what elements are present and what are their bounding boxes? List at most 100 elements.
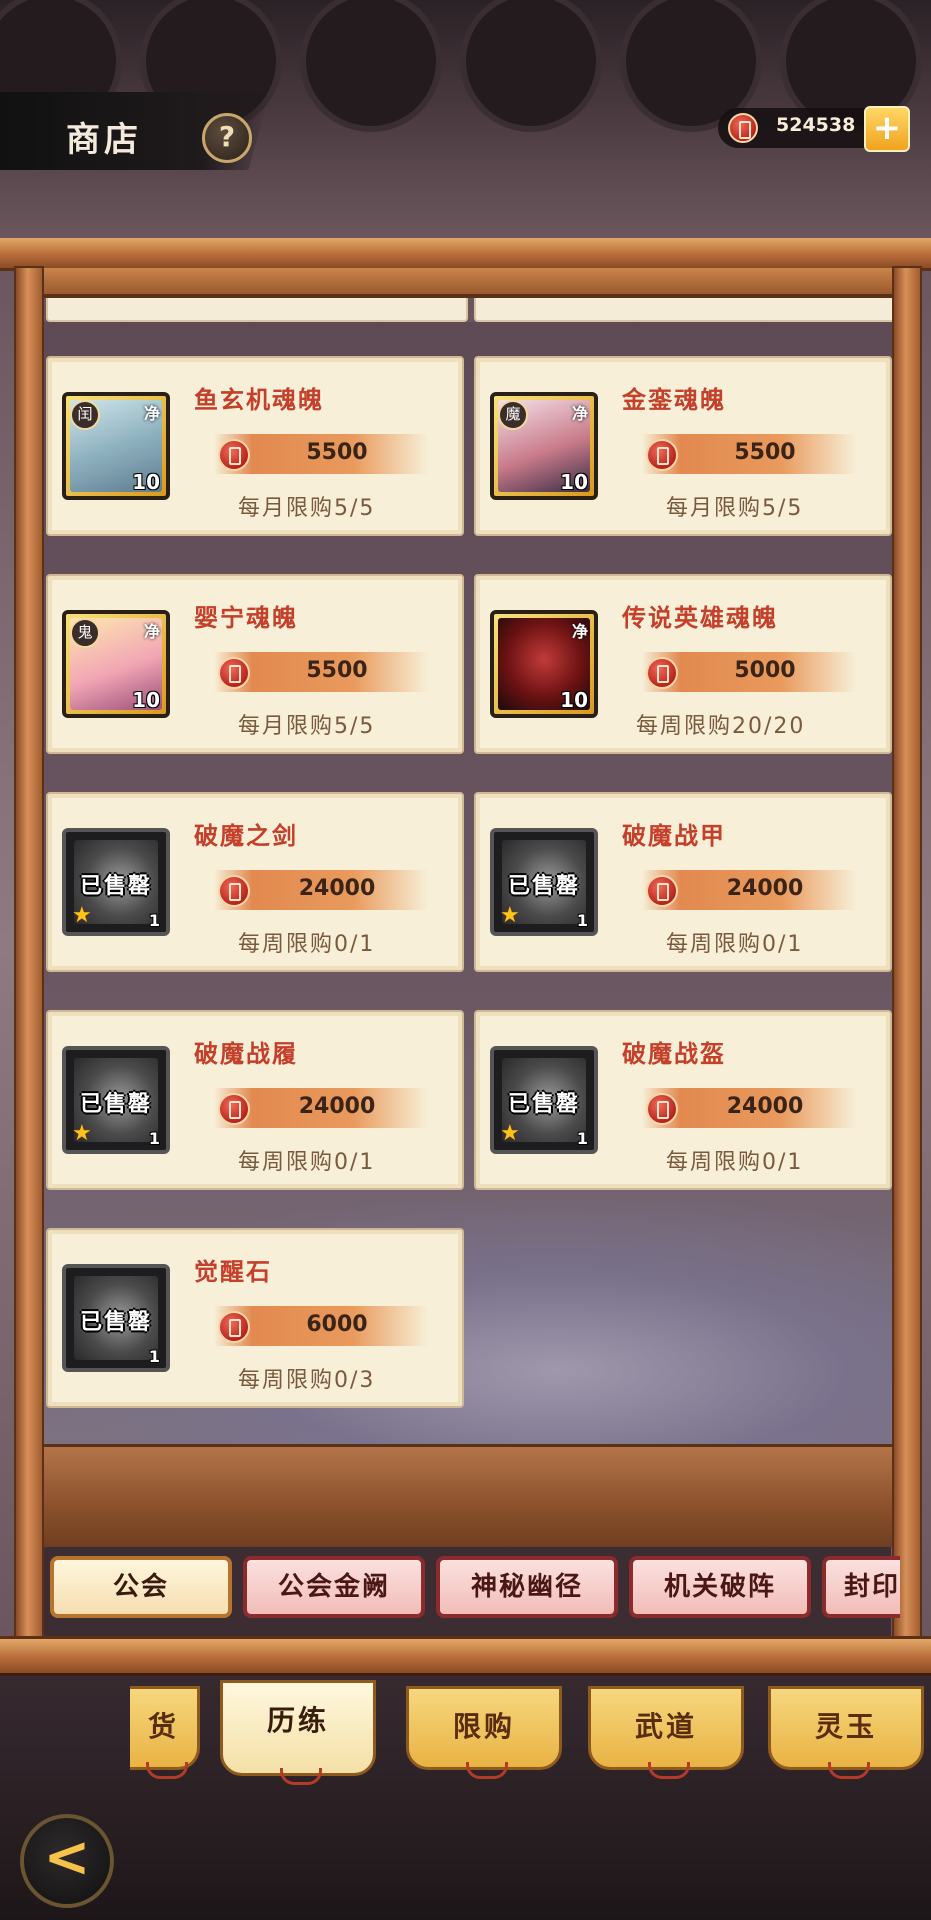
frame-post-right (892, 266, 922, 1640)
tab-training[interactable]: 历练 (220, 1680, 376, 1785)
coin-icon (646, 1093, 678, 1125)
item-name: 金銮魂魄 (622, 386, 726, 414)
shop-item-card[interactable]: 闰 净 10 鱼玄机魂魄 5500 每月限购5/5 (46, 356, 464, 536)
tab-seal[interactable]: 封印 (822, 1556, 900, 1618)
item-quantity: 10 (560, 688, 588, 712)
boots-icon: 已售罄 ★ 1 (62, 1046, 170, 1154)
item-price: 6000 (306, 1312, 368, 1337)
item-name: 婴宁魂魄 (194, 604, 298, 632)
tab-guild-golden-gate[interactable]: 公会金阙 (243, 1556, 425, 1618)
coin-icon (646, 657, 678, 689)
item-name: 鱼玄机魂魄 (194, 386, 324, 414)
purchase-limit: 每周限购20/20 (636, 714, 806, 739)
item-price: 5000 (734, 658, 796, 683)
faction-badge: 鬼 (70, 618, 100, 648)
item-quantity: 1 (576, 1129, 588, 1148)
purchase-limit: 每周限购0/1 (238, 932, 376, 957)
armor-icon: 已售罄 ★ 1 (490, 828, 598, 936)
item-price: 24000 (726, 876, 804, 901)
coin-icon (218, 1093, 250, 1125)
item-quantity: 1 (148, 1129, 160, 1148)
tassel-decor (280, 1768, 322, 1785)
frame-top (0, 238, 931, 271)
faction-badge: 魔 (498, 400, 528, 430)
tab-martial[interactable]: 武道 (588, 1686, 744, 1779)
item-price: 5500 (734, 440, 796, 465)
tab-label: 历练 (266, 1704, 329, 1737)
add-currency-button[interactable]: + (864, 106, 910, 152)
purchase-limit: 每月限购5/5 (238, 714, 376, 739)
tassel-decor (828, 1762, 870, 1779)
item-quantity: 10 (132, 688, 160, 712)
tassel-decor (648, 1762, 690, 1779)
item-quantity: 10 (560, 470, 588, 494)
tab-label: 灵玉 (814, 1710, 877, 1743)
purchase-limit: 每月限购5/5 (238, 496, 376, 521)
grade-mark: 净 (143, 404, 160, 423)
back-button[interactable]: < (20, 1814, 114, 1908)
tab-guild[interactable]: 公会 (50, 1556, 232, 1618)
item-name: 破魔之剑 (194, 822, 298, 850)
shop-item-card[interactable]: 已售罄 1 觉醒石 6000 每周限购0/3 (46, 1228, 464, 1408)
purchase-limit: 每周限购0/1 (666, 1150, 804, 1175)
tab-label: 武道 (634, 1710, 697, 1743)
coin-icon (218, 439, 250, 471)
purchase-limit: 每周限购0/1 (238, 1150, 376, 1175)
partial-card (474, 294, 896, 322)
item-quantity: 10 (132, 470, 160, 494)
tab-label: 限购 (452, 1710, 515, 1743)
shop-item-card[interactable]: 魔 净 10 金銮魂魄 5500 每月限购5/5 (474, 356, 892, 536)
purchase-limit: 每周限购0/3 (238, 1368, 376, 1393)
frame-post-left (14, 266, 44, 1640)
tassel-decor (466, 1762, 508, 1779)
sold-out-label: 已售罄 (507, 874, 580, 899)
item-quantity: 1 (576, 911, 588, 930)
item-price: 24000 (726, 1094, 804, 1119)
coin-icon (646, 439, 678, 471)
star-icon: ★ (72, 903, 92, 928)
background-bottom (0, 1640, 931, 1920)
coin-icon (218, 1311, 250, 1343)
tab-goods[interactable]: 货 (130, 1686, 200, 1779)
item-quantity: 1 (148, 911, 160, 930)
hero-portrait-icon: 闰 净 10 (62, 392, 170, 500)
item-price: 24000 (298, 876, 376, 901)
shop-item-card[interactable]: 已售罄 ★ 1 破魔战盔 24000 每周限购0/1 (474, 1010, 892, 1190)
shop-item-card[interactable]: 已售罄 ★ 1 破魔之剑 24000 每周限购0/1 (46, 792, 464, 972)
hero-portrait-icon: 鬼 净 10 (62, 610, 170, 718)
shop-item-card[interactable]: 已售罄 ★ 1 破魔战甲 24000 每周限购0/1 (474, 792, 892, 972)
item-price: 5500 (306, 658, 368, 683)
item-quantity: 1 (148, 1347, 160, 1366)
shop-item-card[interactable]: 鬼 净 10 婴宁魂魄 5500 每月限购5/5 (46, 574, 464, 754)
sold-out-label: 已售罄 (79, 1092, 152, 1117)
faction-badge: 闰 (70, 400, 100, 430)
item-price: 24000 (298, 1094, 376, 1119)
legend-hero-silhouette-icon: 净 10 (490, 610, 598, 718)
tab-mechanism-formation[interactable]: 机关破阵 (629, 1556, 811, 1618)
sword-icon: 已售罄 ★ 1 (62, 828, 170, 936)
item-name: 觉醒石 (194, 1258, 272, 1286)
star-icon: ★ (72, 1121, 92, 1146)
tab-mysterious-path[interactable]: 神秘幽径 (436, 1556, 618, 1618)
grade-mark: 净 (571, 404, 588, 423)
tab-limited[interactable]: 限购 (406, 1686, 562, 1779)
coin-icon (218, 875, 250, 907)
coin-icon (728, 113, 758, 143)
star-icon: ★ (500, 903, 520, 928)
coin-icon (218, 657, 250, 689)
help-button[interactable]: ? (202, 113, 252, 163)
sold-out-label: 已售罄 (507, 1092, 580, 1117)
awaken-stone-icon: 已售罄 1 (62, 1264, 170, 1372)
star-icon: ★ (500, 1121, 520, 1146)
shop-item-card[interactable]: 净 10 传说英雄魂魄 5000 每周限购20/20 (474, 574, 892, 754)
frame-bottom (0, 1636, 931, 1676)
helmet-icon: 已售罄 ★ 1 (490, 1046, 598, 1154)
shop-item-card[interactable]: 已售罄 ★ 1 破魔战履 24000 每周限购0/1 (46, 1010, 464, 1190)
hero-portrait-icon: 魔 净 10 (490, 392, 598, 500)
page-title: 商店 (66, 120, 142, 160)
item-name: 破魔战履 (194, 1040, 298, 1068)
grade-mark: 净 (571, 622, 588, 641)
item-price: 5500 (306, 440, 368, 465)
item-name: 破魔战甲 (622, 822, 726, 850)
tab-spirit-jade[interactable]: 灵玉 (768, 1686, 924, 1779)
